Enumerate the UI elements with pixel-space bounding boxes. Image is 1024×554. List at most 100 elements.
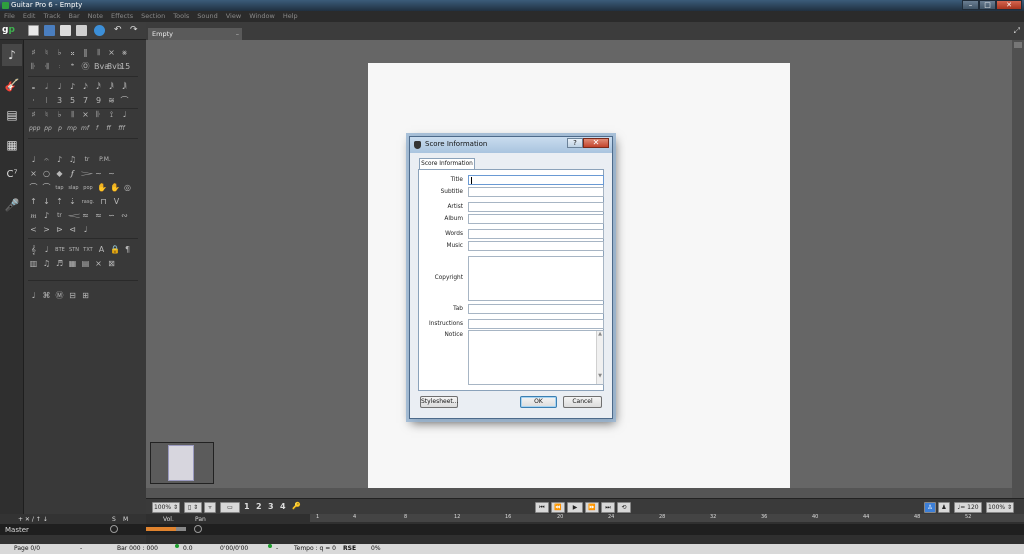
thirty-second-note-icon[interactable]: 𝅘𝅥𝅰	[94, 82, 103, 92]
flat-icon[interactable]: ♭	[55, 48, 64, 58]
stn-icon[interactable]: STN	[69, 245, 79, 255]
title-field[interactable]	[468, 175, 604, 185]
diamond-icon[interactable]: ◆	[55, 169, 64, 179]
menu-view[interactable]: View	[222, 11, 245, 22]
cross-icon[interactable]: ⨯	[81, 110, 90, 120]
expand-icon[interactable]: ⤢	[1014, 26, 1020, 36]
ghost-note-icon[interactable]: ○	[42, 169, 51, 179]
ottava-bassa-icon[interactable]: 8vb	[107, 62, 122, 72]
sharp-icon[interactable]: ♯	[29, 110, 38, 120]
rewind-icon[interactable]: ⏪	[551, 502, 565, 513]
right-hand-icon[interactable]: ✋	[110, 183, 120, 193]
guitar-icon[interactable]: 🎸	[2, 74, 22, 96]
count-in-icon[interactable]: ♟	[938, 502, 950, 513]
volume-swell-icon[interactable]: ♩	[81, 225, 90, 235]
dive-icon[interactable]: ≈	[94, 211, 103, 221]
minimize-button[interactable]: –	[962, 0, 979, 10]
close-window-button[interactable]: ✕	[996, 0, 1022, 10]
dynamic-p-icon[interactable]: p	[56, 124, 64, 134]
arpeggio-up-icon[interactable]: ⇡	[55, 197, 64, 207]
notation-palette-icon[interactable]: ♪	[2, 44, 22, 66]
export-icon[interactable]	[60, 25, 71, 36]
loop-icon[interactable]: ⟲	[617, 502, 631, 513]
flat-icon[interactable]: ♭	[55, 110, 64, 120]
rasgueado-icon[interactable]: rasg.	[81, 197, 95, 207]
coda-icon[interactable]: Ⓞ	[81, 62, 90, 72]
music-field[interactable]	[468, 241, 604, 251]
glissando-icon[interactable]: ∾	[120, 211, 129, 221]
amp-icon[interactable]: ▤	[2, 104, 22, 126]
quarter-note-icon[interactable]: ♩	[55, 82, 64, 92]
page-minimap[interactable]	[150, 442, 214, 484]
horizontal-scrollbar[interactable]	[146, 488, 1012, 498]
annotation-icon[interactable]: A	[97, 245, 106, 255]
dynamic-ppp-icon[interactable]: ppp	[29, 124, 40, 134]
scroll-thumb[interactable]	[1014, 42, 1022, 48]
slap-icon[interactable]: slap	[68, 183, 79, 193]
master-knob-icon[interactable]	[110, 525, 118, 533]
stroke-down-icon[interactable]: ↓	[42, 197, 51, 207]
menu-help[interactable]: Help	[279, 11, 302, 22]
triplet-icon[interactable]: 3	[55, 96, 64, 106]
notice-scrollbar[interactable]: ▲ ▼	[596, 331, 603, 384]
ok-button[interactable]: OK	[520, 396, 557, 408]
paragraph-icon[interactable]: ¶	[123, 245, 132, 255]
whammy-icon[interactable]: ≈	[81, 211, 90, 221]
dynamic-ff-icon[interactable]: ff	[104, 124, 113, 134]
menu-section[interactable]: Section	[137, 11, 169, 22]
dynamic-fff-icon[interactable]: fff	[116, 124, 127, 134]
voice-2-button[interactable]: 2	[256, 502, 262, 511]
barline-icon[interactable]: ‖	[81, 48, 90, 58]
artist-field[interactable]	[468, 202, 604, 212]
tab-close-icon[interactable]: –	[236, 28, 239, 40]
pull-off-icon[interactable]: ⌒	[42, 183, 51, 193]
double-sharp-icon[interactable]: 𝄪	[68, 48, 77, 58]
fade-in-icon[interactable]: ⊳	[55, 225, 64, 235]
dynamic-mf-icon[interactable]: mf	[80, 124, 90, 134]
microphone-icon[interactable]: 🎤	[2, 194, 22, 216]
dialog-close-button[interactable]: ✕	[583, 138, 609, 148]
tremolo-picking-icon[interactable]: 𝆒	[68, 211, 80, 221]
voice-3-button[interactable]: 3	[268, 502, 274, 511]
arpeggio-down-icon[interactable]: ⇣	[68, 197, 77, 207]
bend-icon[interactable]: 𝆑	[68, 169, 77, 179]
hundred-twenty-eighth-note-icon[interactable]: 𝅘𝅥𝅲	[120, 82, 129, 92]
repeat-open-icon[interactable]: 𝄆	[29, 62, 38, 72]
tab-field[interactable]	[468, 304, 604, 314]
album-field[interactable]	[468, 214, 604, 224]
go-first-icon[interactable]: ⏮	[535, 502, 549, 513]
pan-knob-icon[interactable]	[194, 525, 202, 533]
vibrato-icon[interactable]: ~	[94, 169, 103, 179]
key-icon[interactable]: 🔑	[292, 502, 301, 510]
staff-icon[interactable]: 𝄂	[94, 48, 103, 58]
menu-window[interactable]: Window	[245, 11, 279, 22]
note-icon[interactable]: ♩	[42, 245, 51, 255]
decrescendo-icon[interactable]: >	[42, 225, 51, 235]
menu-effects[interactable]: Effects	[107, 11, 137, 22]
staccato-icon[interactable]: ♪	[55, 155, 64, 165]
master-volume-slider[interactable]	[146, 527, 176, 531]
repeat-alt-icon[interactable]: 𝄈	[55, 62, 64, 72]
words-field[interactable]	[468, 229, 604, 239]
stroke-up-icon[interactable]: ↑	[29, 197, 38, 207]
quintuplet-icon[interactable]: 5	[68, 96, 77, 106]
beam-icon[interactable]: ♫	[42, 259, 51, 269]
voice-4-button[interactable]: 4	[280, 502, 286, 511]
whole-note-icon[interactable]: 𝅝	[29, 82, 38, 92]
instructions-field[interactable]	[468, 319, 604, 329]
sixteenth-note-icon[interactable]: 𝅘𝅥𝅯	[81, 82, 90, 92]
grace-icon[interactable]: 𝆐	[29, 211, 38, 221]
redo-icon[interactable]: ↷	[130, 25, 141, 36]
rse-indicator[interactable]: RSE	[343, 544, 356, 554]
natural-icon[interactable]: ♮	[42, 110, 51, 120]
undo-icon[interactable]: ↶	[114, 25, 125, 36]
grace-note-icon[interactable]: ⟟	[107, 110, 116, 120]
notice-field[interactable]: ▲ ▼	[468, 330, 604, 385]
metronome-icon[interactable]: ♙	[924, 502, 936, 513]
layout-icon[interactable]: ▤	[81, 259, 90, 269]
dynamic-pp-icon[interactable]: pp	[43, 124, 53, 134]
info-icon[interactable]	[94, 25, 105, 36]
clef-icon[interactable]: 𝄞	[29, 245, 38, 255]
tempo-icon[interactable]: ♩	[29, 291, 38, 301]
automation-icon[interactable]: ⌘	[42, 291, 51, 301]
